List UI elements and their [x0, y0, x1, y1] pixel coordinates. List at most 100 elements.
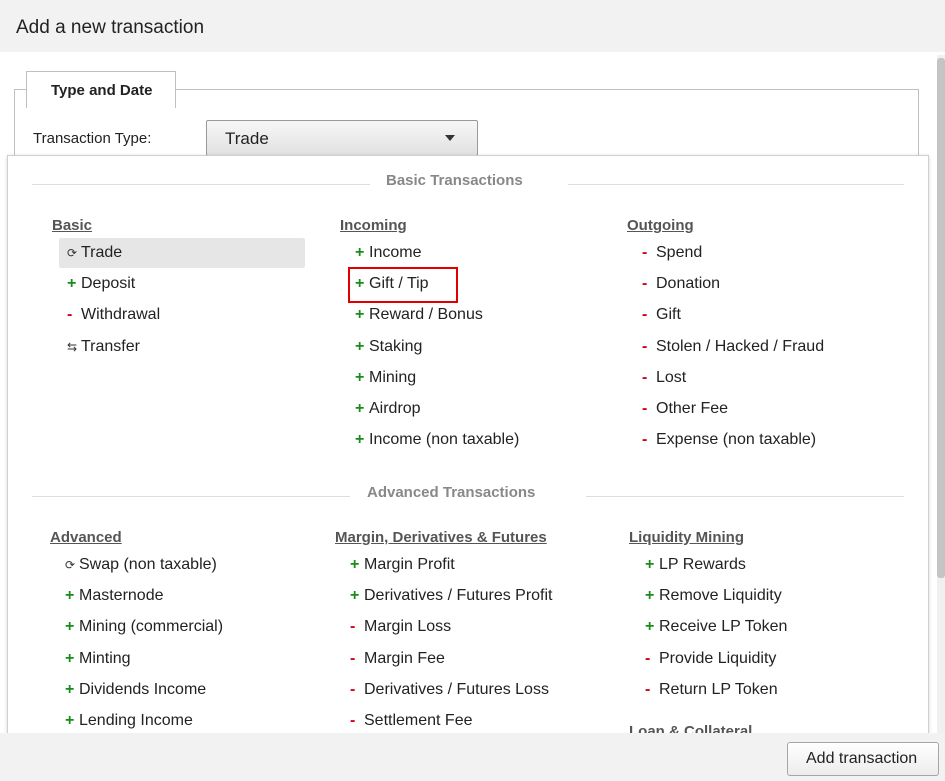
menu-item-expense-non-taxable[interactable]: - Expense (non taxable) [642, 427, 816, 453]
menu-item-label: Margin Loss [364, 618, 452, 636]
divider [568, 184, 904, 185]
menu-item-minting[interactable]: + Minting [65, 646, 131, 672]
menu-item-donation[interactable]: - Donation [642, 271, 720, 297]
minus-icon: - [642, 431, 648, 449]
menu-item-gift[interactable]: - Gift [642, 302, 681, 328]
add-transaction-button[interactable]: Add transaction [787, 742, 939, 776]
plus-icon: + [355, 400, 365, 417]
menu-item-label: Transfer [81, 337, 140, 355]
menu-item-label: Trade [81, 244, 123, 261]
menu-item-label: Income (non taxable) [369, 431, 520, 449]
menu-item-masternode[interactable]: + Masternode [65, 583, 164, 609]
menu-item-label: Dividends Income [79, 680, 207, 698]
menu-item-label: Receive LP Token [659, 618, 788, 636]
tab-type-and-date[interactable]: Type and Date [26, 71, 176, 108]
menu-item-transfer[interactable]: ⇆ Transfer [67, 334, 140, 360]
menu-item-label: LP Rewards [659, 556, 746, 573]
minus-icon: - [642, 244, 648, 261]
menu-item-staking[interactable]: + Staking [355, 334, 422, 360]
column-heading-outgoing: Outgoing [627, 217, 694, 234]
swap-icon: ⟳ [67, 246, 78, 260]
menu-item-label: Masternode [79, 587, 164, 605]
column-heading-basic: Basic [52, 217, 93, 234]
plus-icon: + [355, 244, 365, 261]
plus-icon: + [355, 306, 365, 324]
menu-item-provide-liquidity[interactable]: - Provide Liquidity [645, 646, 776, 672]
plus-icon: + [65, 680, 75, 698]
minus-icon: - [645, 649, 651, 667]
menu-item-label: Lending Income [79, 712, 193, 729]
menu-item-stolen-hacked-fraud[interactable]: - Stolen / Hacked / Fraud [642, 334, 824, 360]
minus-icon: - [350, 680, 356, 698]
gift-tip-highlight [348, 267, 458, 303]
menu-item-margin-fee[interactable]: - Margin Fee [350, 646, 445, 672]
menu-item-label: Expense (non taxable) [656, 431, 817, 449]
menu-item-other-fee[interactable]: - Other Fee [642, 396, 728, 422]
menu-item-label: Lost [656, 368, 687, 386]
minus-icon: - [642, 306, 648, 324]
menu-item-label: Other Fee [656, 400, 729, 417]
menu-item-margin-loss[interactable]: - Margin Loss [350, 614, 451, 640]
minus-icon: - [642, 368, 648, 386]
menu-item-derivatives-futures-profit[interactable]: + Derivatives / Futures Profit [350, 583, 553, 609]
menu-item-label: Mining (commercial) [79, 618, 224, 636]
minus-icon: - [350, 618, 356, 636]
menu-item-lending-income[interactable]: + Lending Income [65, 708, 193, 734]
menu-item-income-non-taxable[interactable]: + Income (non taxable) [355, 427, 519, 453]
transaction-type-label: Transaction Type: [33, 130, 152, 147]
menu-item-dividends-income[interactable]: + Dividends Income [65, 677, 206, 703]
menu-item-settlement-fee[interactable]: - Settlement Fee [350, 708, 473, 734]
column-heading-liquidity: Liquidity Mining [629, 529, 744, 546]
plus-icon: + [645, 556, 655, 573]
plus-icon: + [645, 587, 655, 605]
menu-item-label: Airdrop [369, 400, 421, 417]
plus-icon: + [350, 556, 360, 573]
menu-item-lost[interactable]: - Lost [642, 365, 686, 391]
transaction-type-select[interactable]: Trade [206, 120, 478, 156]
menu-item-label: Return LP Token [659, 680, 778, 698]
menu-item-label: Withdrawal [81, 306, 161, 324]
divider [32, 496, 350, 497]
menu-item-mining[interactable]: + Mining [355, 365, 416, 391]
minus-icon: - [67, 306, 73, 324]
menu-item-airdrop[interactable]: + Airdrop [355, 396, 421, 422]
menu-item-label: Remove Liquidity [659, 587, 782, 605]
basic-transactions-heading: Basic Transactions [386, 172, 523, 189]
menu-item-receive-lp-token[interactable]: + Receive LP Token [645, 614, 787, 640]
column-heading-incoming: Incoming [340, 217, 407, 234]
menu-item-label: Derivatives / Futures Profit [364, 587, 553, 605]
menu-item-reward-bonus[interactable]: + Reward / Bonus [355, 302, 483, 328]
plus-icon: + [65, 649, 75, 667]
menu-item-swap-non-taxable[interactable]: ⟳ Swap (non taxable) [65, 552, 217, 578]
menu-item-spend[interactable]: - Spend [642, 240, 702, 266]
plus-icon: + [350, 587, 360, 605]
menu-item-withdrawal[interactable]: - Withdrawal [67, 302, 160, 328]
menu-item-deposit[interactable]: + Deposit [67, 271, 135, 297]
column-heading-margin: Margin, Derivatives & Futures [335, 529, 547, 546]
divider [586, 496, 904, 497]
plus-icon: + [355, 337, 365, 355]
menu-item-remove-liquidity[interactable]: + Remove Liquidity [645, 583, 782, 609]
menu-item-trade[interactable]: ⟳ Trade [59, 238, 305, 268]
menu-item-lp-rewards[interactable]: + LP Rewards [645, 552, 746, 578]
menu-item-derivatives-futures-loss[interactable]: - Derivatives / Futures Loss [350, 677, 549, 703]
plus-icon: + [65, 618, 75, 636]
menu-item-income[interactable]: + Income [355, 240, 421, 266]
divider [32, 184, 370, 185]
menu-item-label: Deposit [81, 275, 136, 293]
transaction-type-dropdown: Basic Transactions Basic Incoming Outgoi… [7, 155, 929, 735]
scrollbar-thumb[interactable] [937, 58, 945, 578]
plus-icon: + [65, 712, 75, 729]
menu-item-mining-commercial[interactable]: + Mining (commercial) [65, 614, 223, 640]
menu-item-return-lp-token[interactable]: - Return LP Token [645, 677, 778, 703]
plus-icon: + [645, 618, 655, 636]
minus-icon: - [642, 337, 648, 355]
menu-item-label: Settlement Fee [364, 712, 473, 729]
minus-icon: - [350, 712, 356, 729]
minus-icon: - [642, 400, 648, 417]
menu-item-label: Donation [656, 275, 721, 293]
menu-item-label: Gift [656, 306, 681, 324]
menu-item-margin-profit[interactable]: + Margin Profit [350, 552, 455, 578]
menu-item-label: Margin Profit [364, 556, 455, 573]
menu-item-label: Swap (non taxable) [79, 556, 217, 573]
